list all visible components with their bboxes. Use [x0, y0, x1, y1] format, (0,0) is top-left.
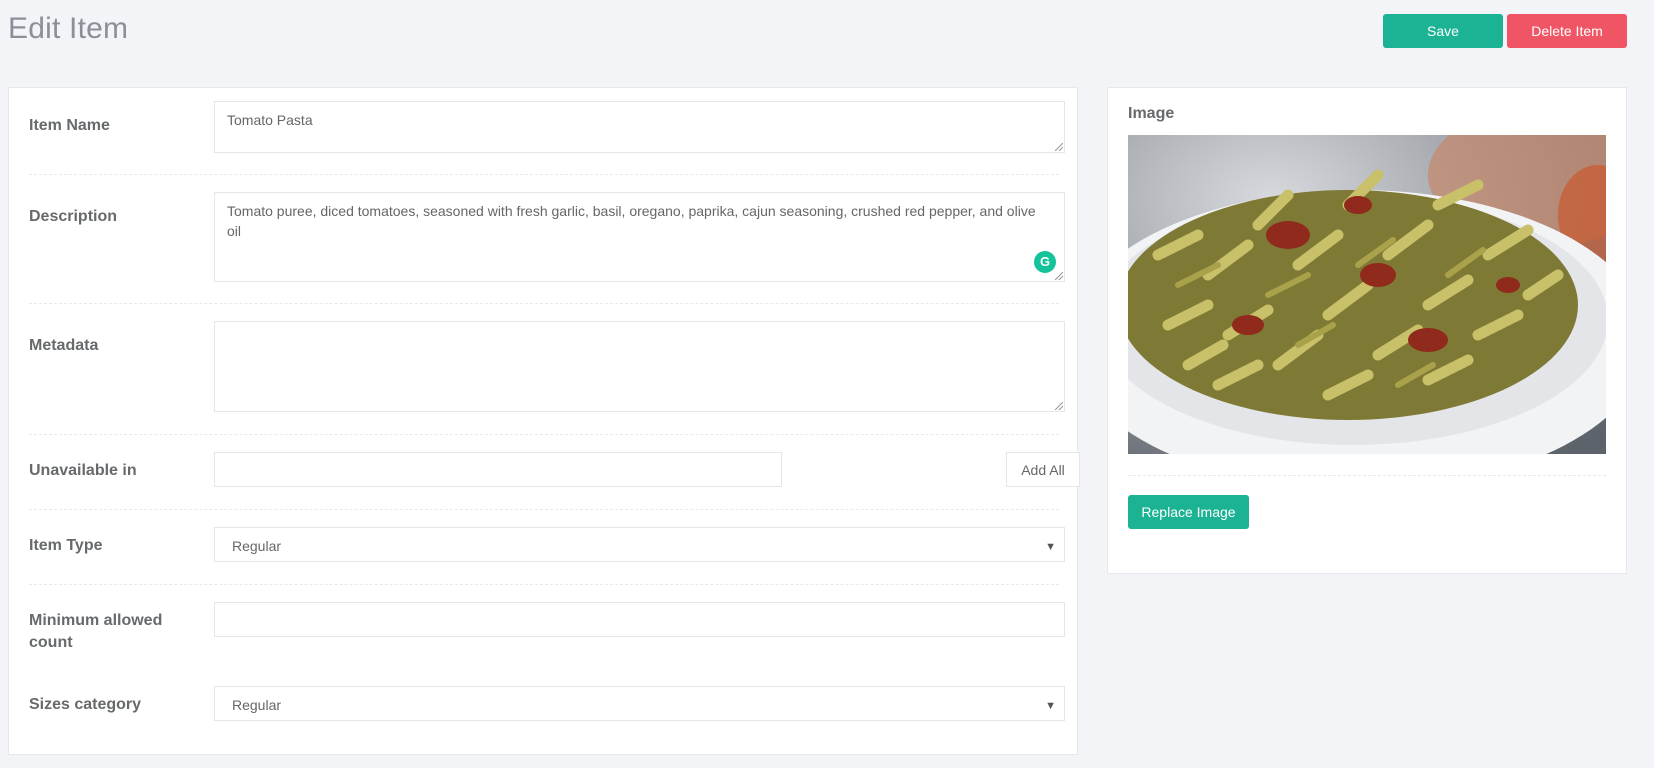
item-type-selected: Regular — [232, 538, 282, 554]
divider — [29, 434, 1059, 435]
item-name-field[interactable]: Tomato Pasta — [214, 101, 1065, 153]
description-field[interactable]: Tomato puree, diced tomatoes, seasoned w… — [214, 192, 1065, 282]
grammarly-icon[interactable]: G — [1034, 251, 1056, 273]
metadata-row: Metadata — [29, 321, 1065, 412]
unavailable-in-label: Unavailable in — [29, 462, 137, 479]
metadata-field[interactable] — [214, 321, 1065, 412]
resize-grip-icon[interactable] — [1055, 143, 1063, 151]
save-button[interactable]: Save — [1383, 14, 1503, 48]
item-form-panel: Item Name Tomato Pasta Description Tomat… — [8, 87, 1080, 755]
chevron-down-icon: ▼ — [1045, 700, 1056, 712]
add-all-button[interactable]: Add All — [1006, 452, 1080, 487]
item-type-label: Item Type — [29, 537, 103, 554]
item-name-label: Item Name — [29, 117, 110, 134]
divider — [29, 509, 1059, 510]
sizes-category-select[interactable]: Regular ▼ — [214, 686, 1065, 721]
sizes-category-label: Sizes category — [29, 696, 142, 713]
item-name-row: Item Name Tomato Pasta — [29, 101, 1065, 153]
description-value: Tomato puree, diced tomatoes, seasoned w… — [227, 203, 1036, 239]
item-photo — [1128, 135, 1606, 454]
description-label: Description — [29, 208, 118, 225]
divider — [29, 584, 1059, 585]
min-allowed-count-input[interactable] — [214, 602, 1065, 637]
item-type-select[interactable]: Regular ▼ — [214, 527, 1065, 562]
image-panel: Image Replace Image — [1107, 87, 1627, 574]
chevron-down-icon: ▼ — [1045, 541, 1056, 553]
image-panel-title: Image — [1128, 105, 1175, 122]
sizes-category-selected: Regular — [232, 697, 282, 713]
page-title: Edit Item — [8, 12, 129, 45]
min-allowed-count-label: Minimum allowed count — [29, 612, 163, 651]
sizes-category-row: Sizes category Regular ▼ — [29, 686, 1065, 721]
delete-item-button[interactable]: Delete Item — [1507, 14, 1627, 48]
divider — [29, 174, 1059, 175]
metadata-label: Metadata — [29, 337, 99, 354]
item-type-row: Item Type Regular ▼ — [29, 527, 1065, 562]
divider — [29, 303, 1059, 304]
pasta-image — [1128, 135, 1606, 454]
min-allowed-count-row: Minimum allowed count — [29, 602, 1065, 654]
divider — [1128, 475, 1606, 476]
unavailable-in-row: Unavailable in Add All — [29, 452, 1080, 487]
resize-grip-icon[interactable] — [1055, 402, 1063, 410]
description-row: Description Tomato puree, diced tomatoes… — [29, 192, 1065, 282]
resize-grip-icon[interactable] — [1055, 272, 1063, 280]
unavailable-in-input[interactable] — [214, 452, 782, 487]
replace-image-button[interactable]: Replace Image — [1128, 495, 1249, 529]
item-name-value: Tomato Pasta — [227, 112, 313, 128]
